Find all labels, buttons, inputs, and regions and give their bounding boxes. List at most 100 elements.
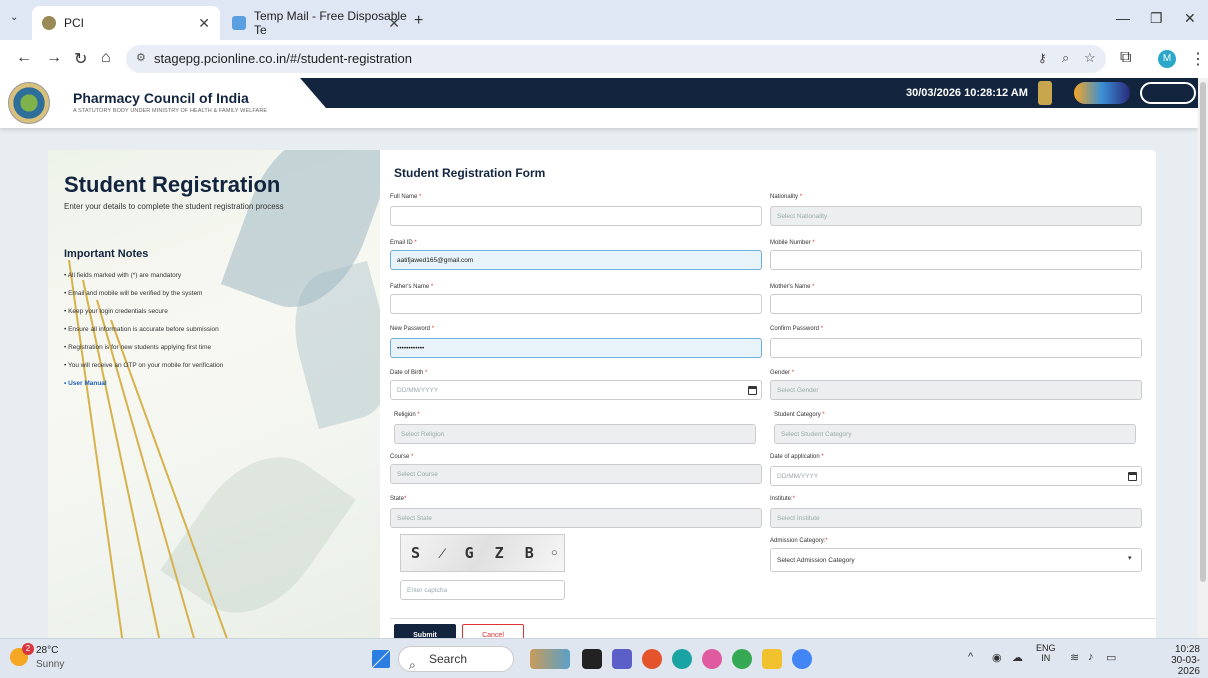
page-viewport: Pharmacy Council of India A STATUTORY BO… [0, 78, 1198, 638]
system-clock[interactable]: 10:28 30-03-2026 [1158, 644, 1200, 677]
weather-condition: Sunny [36, 659, 65, 670]
clock-time: 10:28 [1174, 644, 1200, 655]
address-bar[interactable]: ⚙ stagepg.pcionline.co.in/#/student-regi… [126, 45, 1106, 73]
swachh-bharat-logo [1140, 82, 1196, 104]
chrome-icon[interactable] [732, 649, 752, 669]
confirm-password-label: Confirm Password * [770, 326, 824, 332]
scrollbar-thumb[interactable] [1200, 82, 1206, 582]
student-category-select[interactable]: Select Student Category [774, 424, 1136, 444]
menu-kebab-icon[interactable]: ⋮ [1190, 49, 1206, 69]
tab-title: Temp Mail - Free Disposable Te [254, 9, 407, 37]
state-select[interactable]: Select State [390, 508, 762, 528]
header-datetime: 30/03/2026 10:28:12 AM [906, 87, 1028, 99]
close-tab-icon[interactable]: ✕ [388, 15, 400, 32]
mother-name-input[interactable] [770, 294, 1142, 314]
brave-icon[interactable] [642, 649, 662, 669]
bookmark-star-icon[interactable]: ☆ [1084, 50, 1096, 66]
temperature[interactable]: 28°C [36, 645, 58, 656]
panel-title: Student Registration [64, 172, 281, 197]
student-registration-form: Student Registration Form Full Name * Na… [390, 150, 1156, 638]
search-icon: ⌕ [409, 658, 416, 672]
new-password-label: New Password * [390, 326, 435, 332]
minimize-icon[interactable]: — [1116, 10, 1130, 26]
reload-icon[interactable]: ↻ [74, 49, 87, 69]
gender-label: Gender * [770, 370, 795, 376]
header-band [300, 78, 1198, 108]
gender-select[interactable]: Select Gender [770, 380, 1142, 400]
nationality-label: Nationality * [770, 194, 803, 200]
religion-select[interactable]: Select Religion [394, 424, 756, 444]
confirm-password-input[interactable] [770, 338, 1142, 358]
back-icon[interactable]: ← [16, 49, 32, 67]
tab-pci[interactable]: PCI ✕ [32, 6, 220, 40]
captcha-refresh-icon[interactable]: ○ [551, 547, 558, 559]
restore-icon[interactable]: ❐ [1150, 10, 1163, 27]
calendar-icon[interactable] [748, 386, 757, 395]
edge-icon[interactable] [672, 649, 692, 669]
dropdown-caret-icon[interactable]: ▾ [1128, 554, 1132, 562]
course-select[interactable]: Select Course [390, 464, 762, 484]
tray-cloud-icon[interactable]: ☁ [1012, 651, 1023, 664]
close-window-icon[interactable]: ✕ [1184, 10, 1196, 27]
taskbar-search[interactable]: ⌕ Search [398, 646, 514, 672]
nationality-select[interactable]: Select Nationality [770, 206, 1142, 226]
institute-select[interactable]: Select Institute [770, 508, 1142, 528]
institute-label: Institute:* [770, 496, 796, 502]
note-item: • Keep your login credentials secure [64, 308, 168, 315]
widget-icon[interactable] [530, 649, 570, 669]
new-password-input[interactable]: •••••••••••• [390, 338, 762, 358]
photos-icon[interactable] [702, 649, 722, 669]
full-name-input[interactable] [390, 206, 762, 226]
chrome-profile-icon[interactable] [792, 649, 812, 669]
language-indicator[interactable]: ENG IN [1036, 643, 1056, 663]
zoom-icon[interactable]: ⌕ [1062, 50, 1069, 66]
file-explorer-icon[interactable] [762, 649, 782, 669]
clock-date: 30-03-2026 [1171, 655, 1200, 677]
page-scrollbar[interactable] [1198, 78, 1208, 638]
task-view-icon[interactable] [582, 649, 602, 669]
submit-button[interactable]: Submit [394, 624, 456, 638]
tray-app-icon[interactable]: ◉ [992, 651, 1002, 664]
religion-label: Religion * [394, 412, 420, 418]
battery-icon[interactable]: ▭ [1106, 651, 1116, 664]
captcha-input[interactable]: Enter captcha [400, 580, 565, 600]
close-tab-icon[interactable]: ✕ [198, 15, 210, 32]
calendar-icon[interactable] [1128, 472, 1137, 481]
form-title: Student Registration Form [394, 166, 546, 180]
site-info-icon[interactable]: ⚙ [136, 51, 146, 64]
volume-icon[interactable]: ♪ [1088, 651, 1094, 663]
pci-favicon-icon [42, 16, 56, 30]
pci-logo[interactable] [8, 82, 50, 124]
dob-input[interactable]: DD/MM/YYYY [390, 380, 762, 400]
forward-icon[interactable]: → [46, 49, 62, 67]
father-name-input[interactable] [390, 294, 762, 314]
note-item: • All fields marked with (*) are mandato… [64, 272, 182, 279]
note-item: • Email and mobile will be verified by t… [64, 290, 203, 297]
mobile-label: Mobile Number * [770, 240, 815, 246]
email-input[interactable]: aatifjawed165@gmail.com [390, 250, 762, 270]
tray-overflow-icon[interactable]: ^ [968, 651, 973, 663]
wifi-icon[interactable]: ≋ [1070, 651, 1079, 664]
admission-category-select[interactable]: Select Admission Category [770, 548, 1142, 572]
os-taskbar: 2 28°C Sunny ⌕ Search ^ ◉ ☁ ENG IN ≋ ♪ ▭ … [0, 638, 1208, 678]
user-manual-link[interactable]: • User Manual [64, 380, 107, 387]
gold-line-decoration [82, 279, 163, 638]
windows-start-icon[interactable] [372, 650, 390, 668]
new-tab-button[interactable]: + [414, 12, 423, 30]
course-label: Course * [390, 454, 414, 460]
mobile-input[interactable] [770, 250, 1142, 270]
tab-search-chevron-icon[interactable]: ⌄ [10, 12, 18, 23]
temp-mail-favicon-icon [232, 16, 246, 30]
browser-tabstrip: ⌄ PCI ✕ Temp Mail - Free Disposable Te ✕… [0, 0, 1208, 40]
application-date-input[interactable]: DD/MM/YYYY [770, 466, 1142, 486]
tab-title: PCI [64, 16, 85, 30]
home-icon[interactable]: ⌂ [101, 49, 111, 67]
profile-avatar[interactable]: M [1158, 50, 1176, 68]
cancel-button[interactable]: Cancel [462, 624, 524, 638]
password-key-icon[interactable]: ⚷ [1038, 51, 1047, 65]
tab-temp-mail[interactable]: Temp Mail - Free Disposable Te ✕ [222, 6, 410, 40]
teams-icon[interactable] [612, 649, 632, 669]
browser-toolbar: ← → ↻ ⌂ ⚙ stagepg.pcionline.co.in/#/stud… [0, 40, 1208, 78]
extensions-icon[interactable]: ⧉ [1120, 49, 1131, 67]
full-name-label: Full Name * [390, 194, 422, 200]
